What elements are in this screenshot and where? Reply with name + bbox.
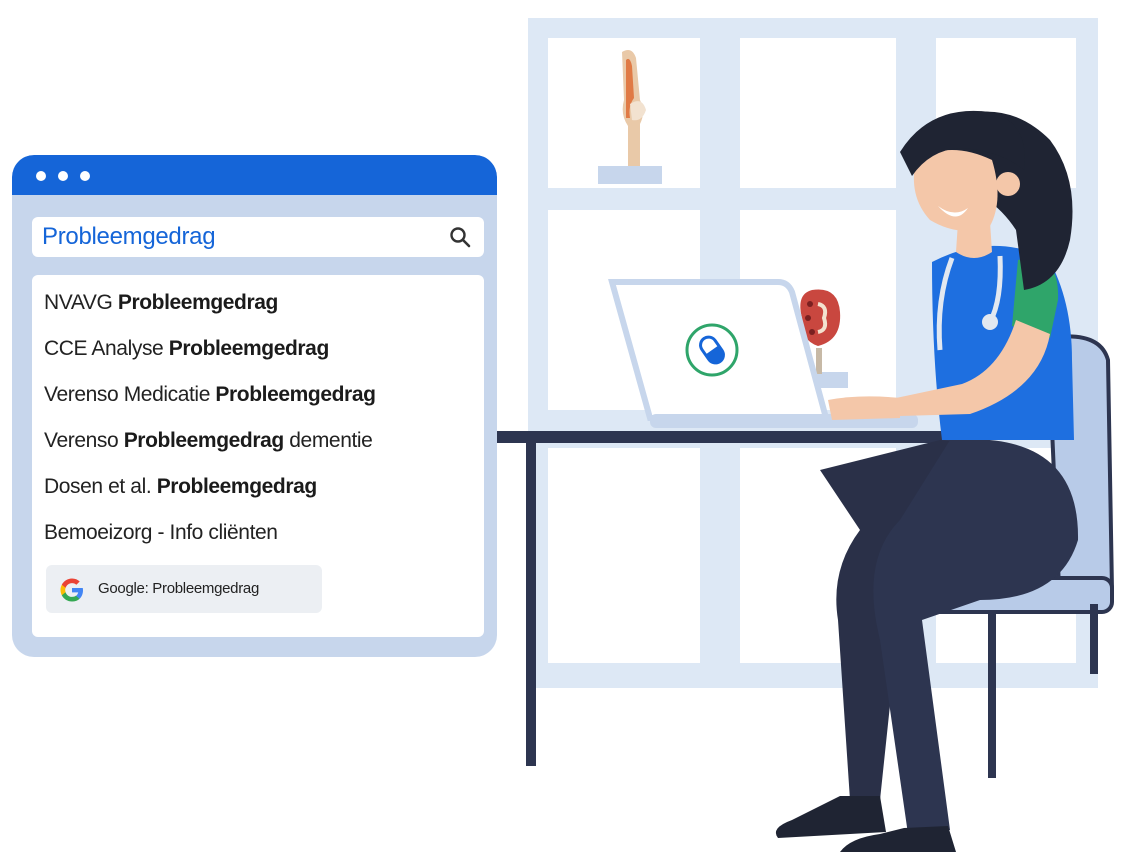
result-text: NVAVG xyxy=(44,291,118,314)
search-icon[interactable] xyxy=(448,225,472,249)
result-text: Verenso xyxy=(44,429,124,452)
google-search-label: Google: Probleemgedrag xyxy=(98,580,260,597)
search-query-text: Probleemgedrag xyxy=(42,223,216,250)
result-text: CCE Analyse xyxy=(44,337,169,360)
result-highlight: Probleemgedrag xyxy=(123,429,285,452)
result-text: Bemoeizorg - Info cliënten xyxy=(44,521,278,544)
search-result-item[interactable]: Bemoeizorg - Info cliënten xyxy=(44,521,278,545)
search-results-list: NVAVG Probleemgedrag CCE Analyse Problee… xyxy=(32,275,484,637)
window-dot xyxy=(58,171,68,181)
google-search-button[interactable]: Google: Probleemgedrag xyxy=(46,565,322,613)
window-dot xyxy=(80,171,90,181)
result-highlight: Probleemgedrag xyxy=(156,475,318,498)
search-result-item[interactable]: Dosen et al. Probleemgedrag xyxy=(44,475,317,499)
google-logo-icon xyxy=(60,578,83,602)
result-text: Verenso Medicatie xyxy=(44,383,216,406)
result-text: Dosen et al. xyxy=(44,475,157,498)
result-text-suffix: dementie xyxy=(283,429,373,452)
result-highlight: Probleemgedrag xyxy=(215,383,376,406)
result-highlight: Probleemgedrag xyxy=(117,291,279,314)
search-result-item[interactable]: Verenso Medicatie Probleemgedrag xyxy=(44,383,376,407)
search-result-item[interactable]: CCE Analyse Probleemgedrag xyxy=(44,337,329,361)
search-result-item[interactable]: Verenso Probleemgedrag dementie xyxy=(44,429,373,453)
search-window: Probleemgedrag NVAVG Probleemgedrag CCE … xyxy=(12,155,497,657)
search-input[interactable]: Probleemgedrag xyxy=(32,217,484,257)
illustration-scene: Probleemgedrag NVAVG Probleemgedrag CCE … xyxy=(0,0,1131,852)
window-dot xyxy=(36,171,46,181)
result-highlight: Probleemgedrag xyxy=(168,337,330,360)
search-result-item[interactable]: NVAVG Probleemgedrag xyxy=(44,291,278,315)
window-title-bar xyxy=(12,155,497,195)
